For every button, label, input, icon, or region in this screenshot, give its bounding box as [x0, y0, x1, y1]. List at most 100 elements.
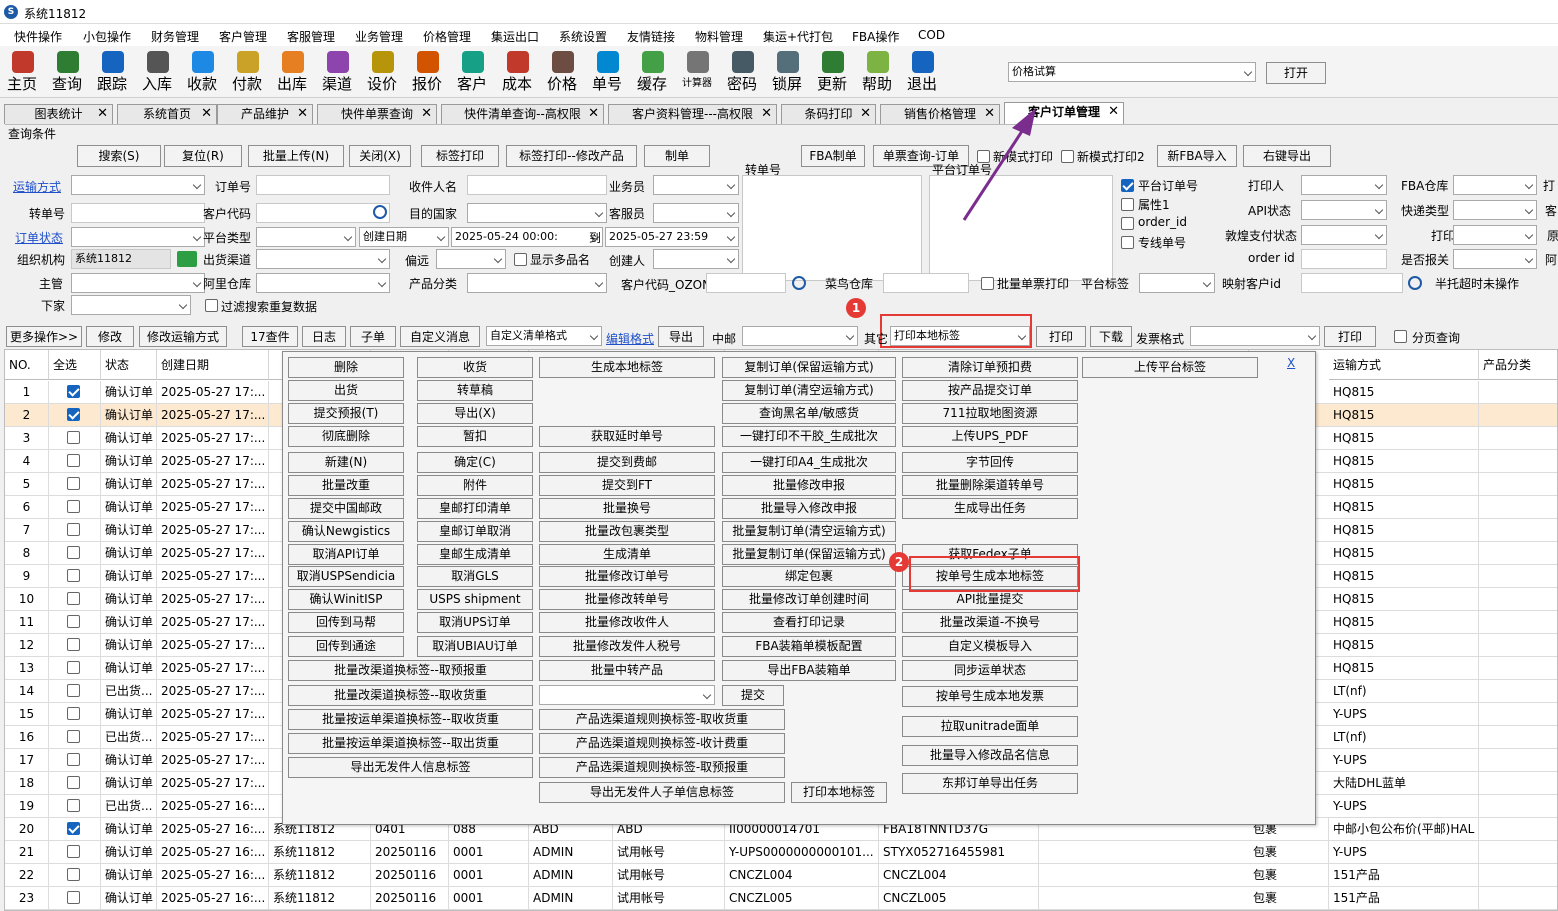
menu-item-2[interactable]: 财务管理 — [151, 28, 199, 45]
row-check-cell[interactable] — [49, 680, 101, 703]
action-button-2[interactable]: 修改运输方式 — [139, 326, 227, 347]
row-check-cell[interactable] — [49, 703, 101, 726]
popup-col3-9[interactable]: 批量修改收件人 — [539, 612, 715, 633]
popup-col5-11[interactable]: 自定义模板导入 — [902, 636, 1078, 657]
row-check-cell[interactable] — [49, 749, 101, 772]
toolbar-button-2[interactable]: 跟踪 — [94, 50, 130, 94]
action-button-4[interactable]: 日志 — [302, 326, 346, 347]
row-checkbox[interactable] — [67, 707, 80, 720]
popup-col1-9[interactable]: 取消USPSendicia — [288, 566, 404, 587]
popup-col3-4[interactable]: 批量换号 — [539, 498, 715, 519]
menu-item-9[interactable]: 友情链接 — [627, 28, 675, 45]
action-button-1[interactable]: 修改 — [86, 326, 134, 347]
popup-col4-11[interactable]: 查看打印记录 — [722, 612, 896, 633]
row-check-cell[interactable] — [49, 427, 101, 450]
search-icon[interactable] — [792, 276, 806, 290]
popup-wide-mid-1[interactable]: 产品选渠道规则换标签-收计费重 — [539, 733, 785, 754]
popup-col3-8[interactable]: 批量修改转单号 — [539, 589, 715, 610]
popup-col4-12[interactable]: FBA装箱单模板配置 — [722, 636, 896, 657]
toolbar-button-19[interactable]: 帮助 — [859, 50, 895, 94]
popup-col3-7[interactable]: 批量修改订单号 — [539, 566, 715, 587]
transport-link[interactable]: 运输方式 — [13, 178, 61, 195]
popup-wide-left-1[interactable]: 批量改渠道换标签--取收货重 — [288, 685, 533, 706]
tab-2[interactable]: 产品维护 ✕ — [217, 104, 313, 124]
row-checkbox[interactable] — [67, 868, 80, 881]
cs-combo[interactable] — [653, 203, 739, 223]
check-option-1[interactable] — [1121, 198, 1134, 211]
popup-col1-4[interactable]: 新建(N) — [288, 452, 404, 473]
cainiao-field[interactable] — [883, 273, 969, 293]
close-icon[interactable]: ✕ — [588, 105, 599, 123]
row-check-cell[interactable] — [49, 726, 101, 749]
popup-col1-5[interactable]: 批量改重 — [288, 475, 404, 496]
track-no-field[interactable] — [71, 203, 205, 223]
grid-header-0[interactable]: NO. — [5, 350, 49, 380]
row-checkbox[interactable] — [67, 477, 80, 490]
row-checkbox[interactable] — [67, 661, 80, 674]
popup-col1-10[interactable]: 确认WinitISP — [288, 589, 404, 610]
remote-combo[interactable] — [436, 249, 506, 269]
creator-combo[interactable] — [653, 249, 739, 269]
row-checkbox[interactable] — [67, 799, 80, 812]
express-type-combo[interactable] — [1453, 200, 1537, 220]
dest-country-combo[interactable] — [467, 203, 607, 223]
popup-col4-13[interactable]: 导出FBA装箱单 — [722, 660, 896, 681]
popup-col4-0[interactable]: 复制订单(保留运输方式) — [722, 357, 896, 378]
row-checkbox[interactable] — [67, 408, 80, 421]
row-check-cell[interactable] — [49, 381, 101, 404]
close-icon[interactable]: ✕ — [1108, 103, 1119, 121]
toolbar-button-3[interactable]: 入库 — [139, 50, 175, 94]
popup-col2-9[interactable]: 取消GLS — [417, 566, 533, 587]
popup-col5-0[interactable]: 清除订单预扣费 — [902, 357, 1078, 378]
popup-print-local-button[interactable]: 打印本地标签 — [791, 782, 887, 803]
edit-format-link[interactable]: 编辑格式 — [606, 330, 654, 347]
row-checkbox[interactable] — [67, 523, 80, 536]
zhongyou-combo[interactable] — [742, 326, 858, 346]
tab-5[interactable]: 客户资料管理---高权限 ✕ — [608, 104, 777, 124]
popup-col1-12[interactable]: 回传到通途 — [288, 636, 404, 657]
toolbar-button-13[interactable]: 单号 — [589, 50, 625, 94]
popup-wide-left-0[interactable]: 批量改渠道换标签--取预报重 — [288, 660, 533, 681]
popup-col6-0[interactable]: 上传平台标签 — [1082, 357, 1258, 378]
popup-col4-8[interactable]: 批量复制订单(保留运输方式) — [722, 544, 896, 565]
invoice-format-combo[interactable] — [1190, 326, 1320, 346]
dh-pay-combo[interactable] — [1301, 225, 1387, 245]
export-button[interactable]: 导出 — [658, 326, 704, 347]
popup-col1-1[interactable]: 出货 — [288, 380, 404, 401]
popup-col5-14[interactable]: 拉取unitrade面单 — [902, 716, 1078, 737]
page-query-checkbox[interactable] — [1394, 330, 1407, 343]
toolbar-button-11[interactable]: 成本 — [499, 50, 535, 94]
row-checkbox[interactable] — [67, 845, 80, 858]
popup-col1-7[interactable]: 确认Newgistics — [288, 521, 404, 542]
order-no-field[interactable] — [256, 175, 390, 195]
row-checkbox[interactable] — [67, 615, 80, 628]
recipient-field[interactable] — [467, 175, 607, 195]
row-checkbox[interactable] — [67, 638, 80, 651]
fba-create-button[interactable]: FBA制单 — [801, 145, 865, 167]
row-checkbox[interactable] — [67, 592, 80, 605]
table-row[interactable]: 23 确认订单 2025-05-27 16:... 系统11812 20250116 00… — [5, 887, 1557, 910]
popup-col4-5[interactable]: 批量修改申报 — [722, 475, 896, 496]
popup-col3-11[interactable]: 批量中转产品 — [539, 660, 715, 681]
popup-col3-2[interactable]: 提交到费邮 — [539, 452, 715, 473]
grid-header-10[interactable]: 运输方式 — [1329, 350, 1479, 380]
toolbar-button-17[interactable]: 锁屏 — [769, 50, 805, 94]
popup-col4-4[interactable]: 一键打印A4_生成批次 — [722, 452, 896, 473]
popup-wide-mid-3[interactable]: 导出无发件人子单信息标签 — [539, 782, 785, 803]
platform-tag-combo[interactable] — [1139, 273, 1215, 293]
toolbar-button-9[interactable]: 报价 — [409, 50, 445, 94]
popup-col1-0[interactable]: 删除 — [288, 357, 404, 378]
tab-4[interactable]: 快件清单查询--高权限 ✕ — [441, 104, 604, 124]
close-icon[interactable]: ✕ — [761, 105, 772, 123]
popup-submit-button[interactable]: 提交 — [722, 685, 784, 706]
check-option-3[interactable] — [1121, 236, 1134, 249]
multi-name-checkbox[interactable] — [514, 253, 527, 266]
toolbar-button-10[interactable]: 客户 — [454, 50, 490, 94]
close-icon[interactable]: ✕ — [421, 105, 432, 123]
popup-col2-10[interactable]: USPS shipment — [417, 589, 533, 610]
popup-col2-2[interactable]: 导出(X) — [417, 403, 533, 424]
row-check-cell[interactable] — [49, 864, 101, 887]
table-row[interactable]: 22 确认订单 2025-05-27 16:... 系统11812 20250116 00… — [5, 864, 1557, 887]
date-to-combo[interactable]: 2025-05-27 23:59 — [605, 227, 739, 247]
menu-item-1[interactable]: 小包操作 — [83, 28, 131, 45]
